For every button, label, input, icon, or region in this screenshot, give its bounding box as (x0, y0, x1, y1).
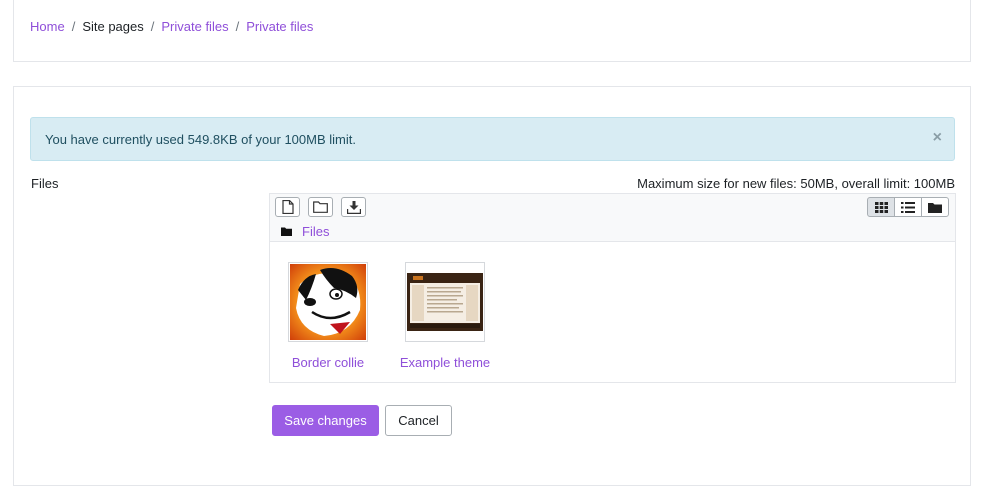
main-card: You have currently used 549.8KB of your … (13, 86, 971, 486)
size-limits-text: Maximum size for new files: 50MB, overal… (637, 176, 955, 191)
grid-view-button[interactable] (867, 197, 895, 217)
add-file-icon (281, 200, 294, 214)
file-item[interactable]: Example theme of Moodle.png (395, 262, 495, 374)
quota-alert: You have currently used 549.8KB of your … (30, 117, 955, 161)
file-manager: Files Border collie Example theme (269, 193, 956, 383)
border-collie-image-icon (290, 264, 366, 340)
file-name[interactable]: Example theme of Moodle.png (395, 354, 495, 374)
alert-message: You have currently used 549.8KB of your … (45, 132, 356, 147)
file-path: Files (281, 224, 329, 239)
download-icon (346, 200, 361, 214)
list-view-icon (901, 201, 915, 213)
create-folder-icon (313, 201, 328, 213)
file-thumbnail (405, 262, 485, 342)
list-view-button[interactable] (894, 197, 922, 217)
file-name[interactable]: Border collie cartoon.jpg (278, 354, 378, 374)
files-field-label: Files (31, 176, 59, 191)
create-folder-button[interactable] (308, 197, 333, 217)
breadcrumb-card: Home / Site pages / Private files / Priv… (13, 0, 971, 62)
breadcrumb-private-files-current[interactable]: Private files (246, 19, 313, 34)
add-file-button[interactable] (275, 197, 300, 217)
file-thumbnail (288, 262, 368, 342)
close-icon[interactable]: × (933, 130, 942, 146)
breadcrumb-home[interactable]: Home (30, 19, 65, 34)
cancel-button[interactable]: Cancel (385, 405, 452, 436)
tree-view-icon (928, 202, 942, 213)
breadcrumb-separator: / (150, 19, 155, 34)
folder-icon (281, 227, 292, 236)
file-item[interactable]: Border collie cartoon.jpg (278, 262, 378, 374)
download-all-button[interactable] (341, 197, 366, 217)
save-changes-button[interactable]: Save changes (272, 405, 379, 436)
breadcrumb: Home / Site pages / Private files / Priv… (30, 19, 313, 34)
breadcrumb-separator: / (235, 19, 240, 34)
file-manager-toolbar: Files (270, 194, 955, 242)
file-thumbnails: Border collie cartoon.jpg (270, 242, 955, 382)
path-root-link[interactable]: Files (302, 224, 329, 239)
breadcrumb-separator: / (71, 19, 76, 34)
breadcrumb-site-pages: Site pages (82, 19, 144, 34)
breadcrumb-private-files[interactable]: Private files (161, 19, 228, 34)
moodle-theme-image-icon (407, 273, 483, 331)
tree-view-button[interactable] (921, 197, 949, 217)
grid-view-icon (874, 201, 888, 213)
